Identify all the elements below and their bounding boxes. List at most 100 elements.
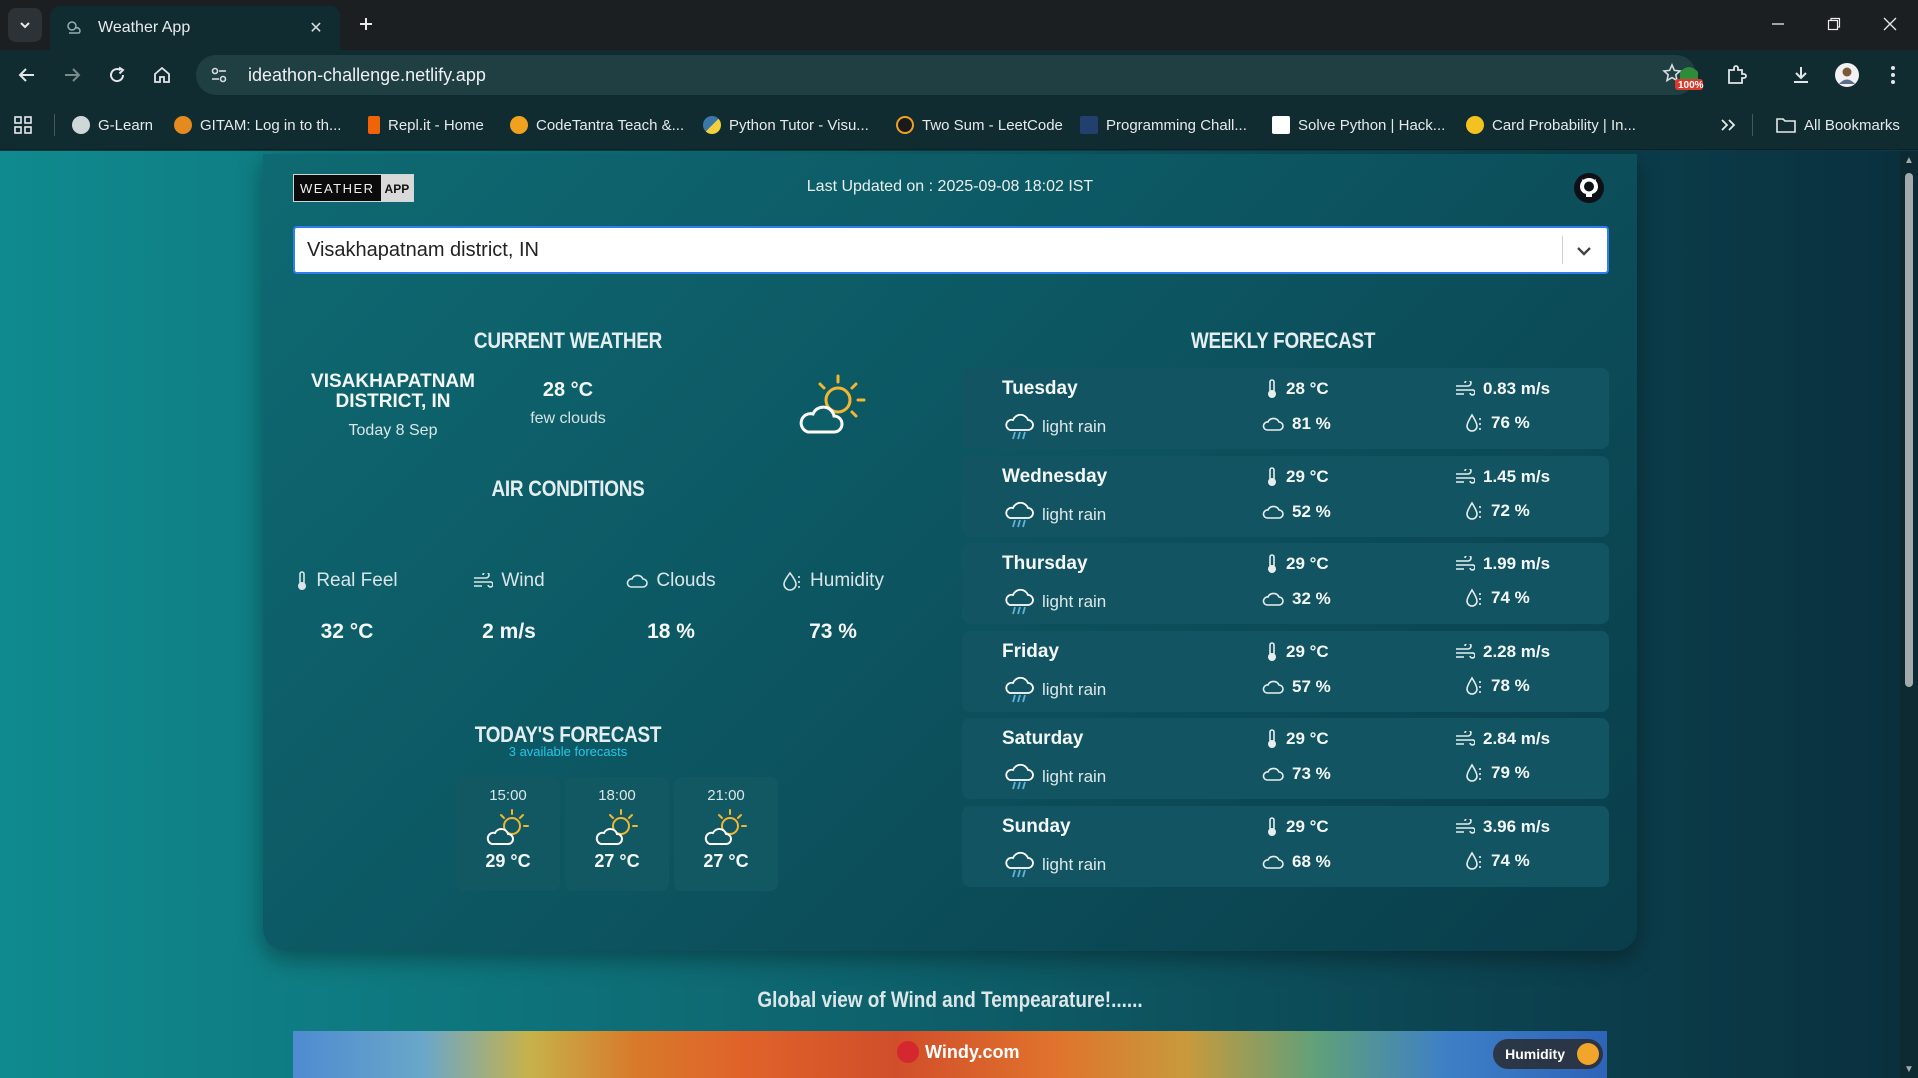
forecast-wind: 2.84 m/s	[1455, 729, 1550, 749]
windy-map-embed[interactable]: Windy.com Humidity	[293, 1031, 1607, 1078]
apps-grid-icon	[14, 116, 32, 134]
bookmark-leetcode[interactable]: Two Sum - LeetCode	[896, 112, 1063, 138]
forecast-description: light rain	[1004, 762, 1106, 792]
bookmarks-divider-right	[1752, 114, 1753, 136]
folder-icon	[1776, 118, 1796, 133]
restore-button[interactable]	[1814, 8, 1854, 40]
back-button[interactable]	[10, 58, 44, 92]
wind-icon	[1456, 643, 1475, 659]
bookmark-codetantra[interactable]: CodeTantra Teach &...	[510, 112, 684, 138]
github-icon[interactable]	[1573, 172, 1605, 204]
forecast-temp: 27 °C	[703, 851, 749, 871]
bookmark-label: Python Tutor - Visu...	[729, 116, 869, 134]
rain-cloud-icon	[1005, 851, 1034, 878]
scroll-down-arrow-icon[interactable]: ▼	[1903, 1064, 1915, 1076]
hourly-forecast-card: 15:00 29 °C	[456, 777, 560, 891]
bookmark-python-tutor[interactable]: Python Tutor - Visu...	[703, 112, 869, 138]
arrow-right-icon	[65, 68, 81, 82]
scroll-up-arrow-icon[interactable]: ▲	[1903, 155, 1915, 167]
tab-title: Weather App	[98, 19, 191, 36]
browser-menu-button[interactable]	[1876, 58, 1910, 92]
cloud-icon	[1262, 592, 1284, 606]
programming-favicon-icon	[1080, 116, 1098, 134]
bookmark-label: Solve Python | Hack...	[1298, 116, 1446, 134]
forecast-temperature: 29 °C	[1266, 554, 1329, 574]
forecast-wind: 0.83 m/s	[1455, 379, 1550, 399]
hackerrank-favicon-icon	[1272, 116, 1290, 134]
chevron-down-icon[interactable]	[1573, 240, 1595, 262]
scrollbar-thumb[interactable]	[1905, 173, 1913, 687]
forecast-day: Saturday	[1002, 728, 1084, 750]
apps-button[interactable]	[14, 112, 32, 138]
forecast-humidity: 78 %	[1465, 676, 1530, 696]
forecast-wind: 2.28 m/s	[1455, 642, 1550, 662]
arrow-left-icon	[18, 68, 34, 82]
hourly-forecast-card: 21:00 27 °C	[674, 777, 778, 891]
all-bookmarks-button[interactable]: All Bookmarks	[1776, 112, 1900, 138]
bookmark-card-probability[interactable]: Card Probability | In...	[1466, 112, 1636, 138]
forecast-description: light rain	[1004, 500, 1106, 530]
downloads-button[interactable]	[1784, 58, 1818, 92]
reload-icon	[110, 66, 125, 83]
extensions-button[interactable]	[1719, 58, 1753, 92]
windy-logo[interactable]: Windy.com	[897, 1041, 1020, 1063]
close-tab-icon[interactable]: ✕	[304, 16, 328, 40]
bookmark-g-learn[interactable]: G-Learn	[72, 112, 153, 138]
air-conditions-title: AIR CONDITIONS	[491, 476, 645, 501]
forecast-humidity: 76 %	[1465, 413, 1530, 433]
puzzle-icon	[1728, 65, 1747, 84]
bookmark-replit[interactable]: Repl.it - Home	[368, 112, 484, 138]
forecast-clouds: 73 %	[1262, 764, 1331, 784]
cloud-icon	[1262, 505, 1284, 519]
profile-avatar[interactable]	[1830, 58, 1864, 92]
forecast-clouds: 32 %	[1262, 589, 1331, 609]
chevron-down-icon	[20, 22, 30, 29]
location-select[interactable]: Visakhapatnam district, IN	[293, 226, 1609, 274]
bookmark-gitam[interactable]: GITAM: Log in to th...	[174, 112, 341, 138]
forecast-humidity: 74 %	[1465, 851, 1530, 871]
map-layer-humidity-button[interactable]: Humidity	[1493, 1039, 1603, 1069]
select-divider	[1562, 236, 1563, 264]
current-date: Today 8 Sep	[348, 422, 438, 439]
tab-search-button[interactable]	[8, 8, 42, 42]
home-icon	[154, 66, 170, 83]
forecast-day: Thursday	[1002, 553, 1088, 575]
bookmark-programming-challenges[interactable]: Programming Chall...	[1080, 112, 1247, 138]
global-view-title: Global view of Wind and Tempearature!...…	[757, 987, 1143, 1012]
weekly-forecast-row: Sunday light rain 29 °C 68 % 3.96 m/s 74 %	[962, 806, 1609, 887]
rain-cloud-icon	[1005, 501, 1034, 527]
available-forecasts-count: 3 available forecasts	[508, 744, 628, 759]
humidity-label: Humidity	[758, 570, 908, 592]
bookmark-label: Repl.it - Home	[388, 116, 484, 134]
forecast-wind: 1.99 m/s	[1455, 554, 1550, 574]
current-temperature: 28 °C	[542, 379, 594, 401]
home-button[interactable]	[145, 58, 179, 92]
page-scrollbar[interactable]: ▲ ▼	[1900, 151, 1918, 1078]
site-settings-icon[interactable]	[208, 64, 230, 86]
cloud-icon	[1262, 855, 1284, 869]
forecast-temperature: 29 °C	[1266, 642, 1329, 662]
forecast-day: Friday	[1002, 640, 1060, 662]
thermometer-icon	[1268, 817, 1276, 836]
new-tab-button[interactable]	[352, 10, 380, 38]
more-bookmarks-button[interactable]	[1720, 112, 1736, 138]
forecast-temp: 27 °C	[594, 851, 640, 871]
tab-weather-app[interactable]: Weather App ✕	[50, 6, 340, 50]
wind-icon	[1456, 731, 1475, 747]
close-window-button[interactable]	[1870, 8, 1910, 40]
browser-tab-bar: Weather App ✕	[0, 0, 1918, 50]
humidity-drop-icon	[1466, 588, 1481, 607]
reload-button[interactable]	[100, 58, 134, 92]
forward-button[interactable]	[55, 58, 89, 92]
forecast-temperature: 29 °C	[1266, 467, 1329, 487]
forecast-temp: 29 °C	[485, 851, 531, 871]
bookmark-hackerrank[interactable]: Solve Python | Hack...	[1272, 112, 1445, 138]
humidity-drop-icon	[783, 571, 800, 591]
bookmark-label: Programming Chall...	[1106, 116, 1247, 134]
bookmarks-bar: G-Learn GITAM: Log in to th... Repl.it -…	[0, 100, 1918, 150]
forecast-day: Sunday	[1002, 816, 1071, 837]
address-bar[interactable]: ideathon-challenge.netlify.app	[196, 55, 1696, 95]
minimize-button[interactable]	[1758, 8, 1798, 40]
extension-button[interactable]: 100%	[1672, 58, 1706, 92]
thermometer-icon	[1268, 641, 1276, 661]
